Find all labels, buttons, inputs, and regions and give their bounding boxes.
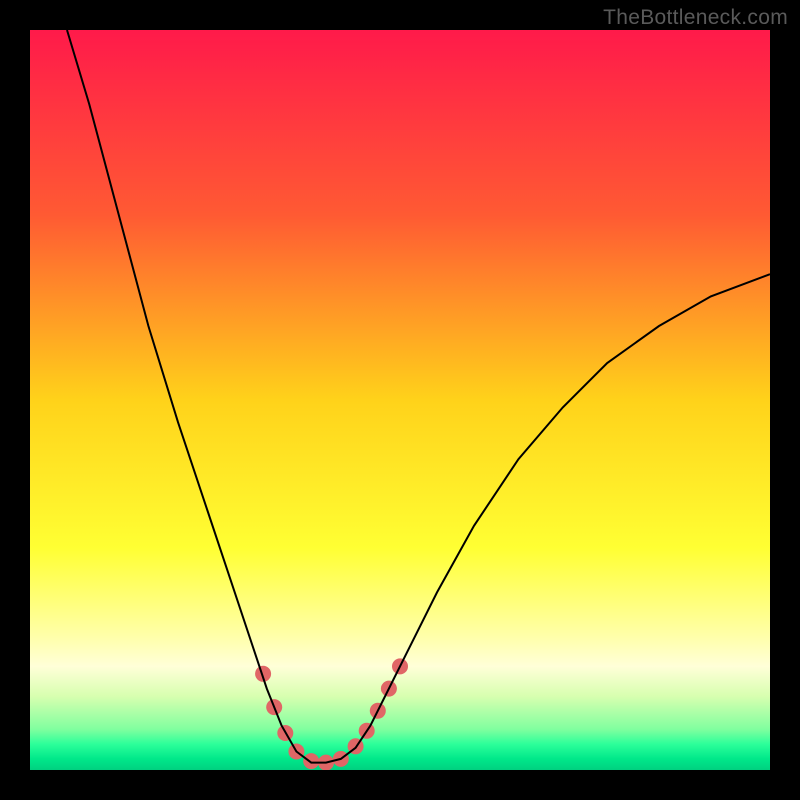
marker-dot <box>303 753 319 769</box>
chart-plot-area <box>30 30 770 770</box>
chart-svg <box>30 30 770 770</box>
watermark-label: TheBottleneck.com <box>603 6 788 30</box>
